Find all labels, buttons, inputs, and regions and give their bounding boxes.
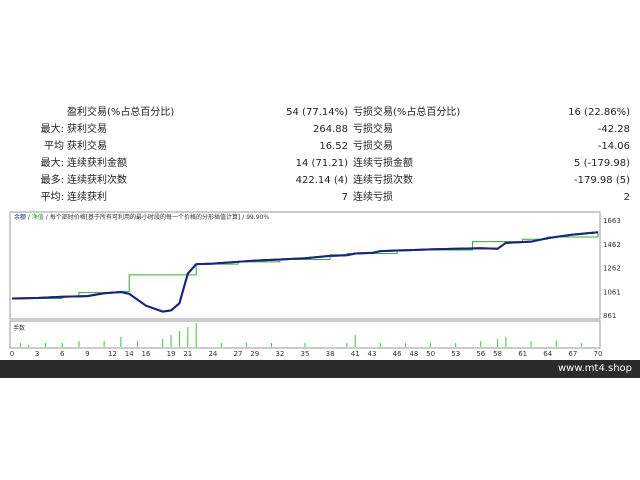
balance-chart-svg: 余额 / 净值 / 每个部时价格[基于所有可利用的最小时段的每一个价格的分形插值… [9,211,621,358]
y-tick-label: 1462 [603,241,621,249]
x-tick-label: 70 [594,350,603,358]
stat-row: 平均: 连续获利 7 连续亏损 2 [0,189,640,206]
stat-cell-c2: 盈利交易(%占总百分比) [67,107,175,118]
legend-equity: 净值 [32,213,44,221]
x-tick-label: 48 [409,350,418,358]
stat-cell-c4: 亏损交易(%占总百分比) [353,107,461,118]
site-link[interactable]: www.mt4.shop [558,360,632,378]
stat-cell-c2: 获利交易 [67,124,107,135]
x-tick-label: 35 [301,350,310,358]
x-tick-label: 46 [393,350,402,358]
x-tick-label: 12 [108,350,117,358]
stat-cell-c5: -179.98 (5) [574,175,630,186]
stat-cell-c3: 54 (77.14%) [286,107,348,118]
stat-row: 最多: 连续获利次数 422.14 (4) 连续亏损次数 -179.98 (5) [0,172,640,189]
stat-cell-c5: 2 [623,192,630,203]
x-tick-label: 27 [234,350,243,358]
footer-bar: www.mt4.shop [0,360,640,378]
x-tick-label: 41 [351,350,360,358]
x-tick-label: 6 [60,350,65,358]
x-tick-label: 3 [35,350,39,358]
x-tick-label: 53 [451,350,460,358]
y-tick-label: 1262 [603,265,621,273]
main-plot-frame [9,211,601,320]
y-tick-label: 861 [603,312,616,320]
x-tick-label: 56 [476,350,485,358]
stat-cell-c5: 5 (-179.98) [574,158,630,169]
chart-legend: 余额 / 净值 / 每个部时价格[基于所有可利用的最小时段的每一个价格的分形插值… [14,213,269,221]
stat-cell-c2: 连续获利 [67,192,107,203]
stat-cell-c4: 连续亏损 [353,192,393,203]
stat-cell-c2: 连续获利次数 [67,175,127,186]
x-tick-label: 64 [543,350,552,358]
stat-cell-c4: 亏损交易 [353,124,393,135]
stat-cell-c2: 获利交易 [67,141,107,152]
stat-cell-c5: -42.28 [597,124,630,135]
x-tick-label: 19 [167,350,176,358]
legend-balance: 余额 [14,213,26,221]
stat-cell-c3: 264.88 [313,124,348,135]
x-tick-label: 32 [275,350,284,358]
stat-cell-c3: 14 (71.21) [295,158,348,169]
x-tick-label: 24 [208,350,217,358]
stat-row: 最大: 获利交易 264.88 亏损交易 -42.28 [0,121,640,138]
legend-text: 余额 / 净值 / 每个部时价格[基于所有可利用的最小时段的每一个价格的分形插值… [14,213,269,221]
stat-cell-c1: 最多: [40,175,64,186]
trade-statistics: 盈利交易(%占总百分比) 54 (77.14%) 亏损交易(%占总百分比) 16 (2… [0,104,640,208]
stat-cell-c1: 平均 [44,141,64,152]
x-tick-label: 50 [426,350,435,358]
x-tick-label: 29 [250,350,259,358]
stat-cell-c1: 平均: [40,192,64,203]
x-tick-label: 14 [125,350,134,358]
stat-cell-c1: 最大: [40,158,64,169]
volume-label: 手数 [13,324,25,332]
stat-cell-c2: 连续获利金额 [67,158,127,169]
stat-cell-c1: 最大: [40,124,64,135]
x-tick-label: 67 [568,350,577,358]
stat-cell-c4: 连续亏损金额 [353,158,413,169]
stat-cell-c4: 亏损交易 [353,141,393,152]
stat-cell-c3: 422.14 (4) [295,175,348,186]
stat-cell-c3: 16.52 [319,141,348,152]
x-tick-label: 16 [141,350,150,358]
y-tick-label: 1061 [603,288,621,296]
x-tick-label: 9 [85,350,89,358]
balance-chart: 余额 / 净值 / 每个部时价格[基于所有可利用的最小时段的每一个价格的分形插值… [0,208,640,360]
x-tick-label: 61 [518,350,527,358]
x-tick-label: 58 [493,350,502,358]
x-tick-label: 43 [368,350,377,358]
x-tick-label: 0 [10,350,14,358]
x-tick-label: 21 [183,350,192,358]
stat-cell-c5: -14.06 [597,141,630,152]
stat-row: 盈利交易(%占总百分比) 54 (77.14%) 亏损交易(%占总百分比) 16 (2… [0,104,640,121]
stat-row: 最大: 连续获利金额 14 (71.21) 连续亏损金额 5 (-179.98) [0,155,640,172]
legend-description: / 每个部时价格[基于所有可利用的最小时段的每一个价格的分形插值计算] / 99… [44,213,270,221]
y-tick-label: 1663 [603,217,621,225]
stat-cell-c4: 连续亏损次数 [353,175,413,186]
stat-cell-c3: 7 [341,192,348,203]
stat-row: 平均 获利交易 16.52 亏损交易 -14.06 [0,138,640,155]
stat-cell-c5: 16 (22.86%) [568,107,630,118]
x-tick-label: 38 [326,350,335,358]
